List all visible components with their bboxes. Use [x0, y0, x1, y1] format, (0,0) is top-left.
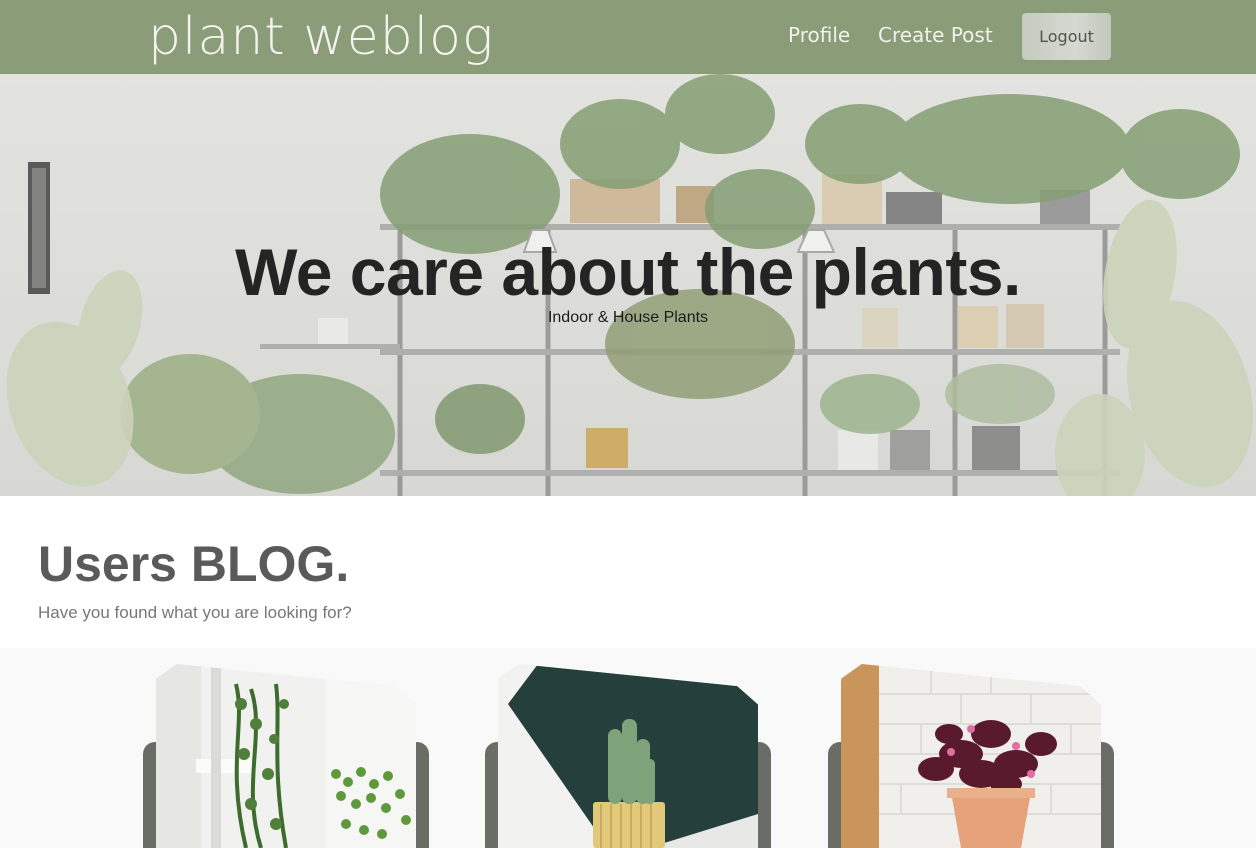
- nav-link-profile[interactable]: Profile: [788, 20, 850, 50]
- blog-card[interactable]: [143, 664, 433, 848]
- logout-button[interactable]: Logout: [1022, 13, 1111, 60]
- blog-section-title: Users BLOG.: [38, 536, 350, 592]
- blog-card[interactable]: [828, 664, 1118, 848]
- card-image-purple-oxalis[interactable]: [841, 664, 1101, 848]
- blog-card[interactable]: [485, 664, 775, 848]
- card-image-hanging-plants[interactable]: [156, 664, 416, 848]
- hero-title: We care about the plants.: [235, 235, 1021, 309]
- brand-logo[interactable]: plant weblog: [148, 2, 494, 72]
- card-image-cactus[interactable]: [498, 664, 758, 848]
- nav-link-create-post[interactable]: Create Post: [878, 20, 993, 50]
- blog-section-subtitle: Have you found what you are looking for?: [38, 603, 352, 622]
- hero-banner: We care about the plants. Indoor & House…: [0, 74, 1256, 496]
- hero-subtitle: Indoor & House Plants: [547, 309, 709, 326]
- navbar: plant weblog Profile Create Post Logout: [0, 0, 1256, 74]
